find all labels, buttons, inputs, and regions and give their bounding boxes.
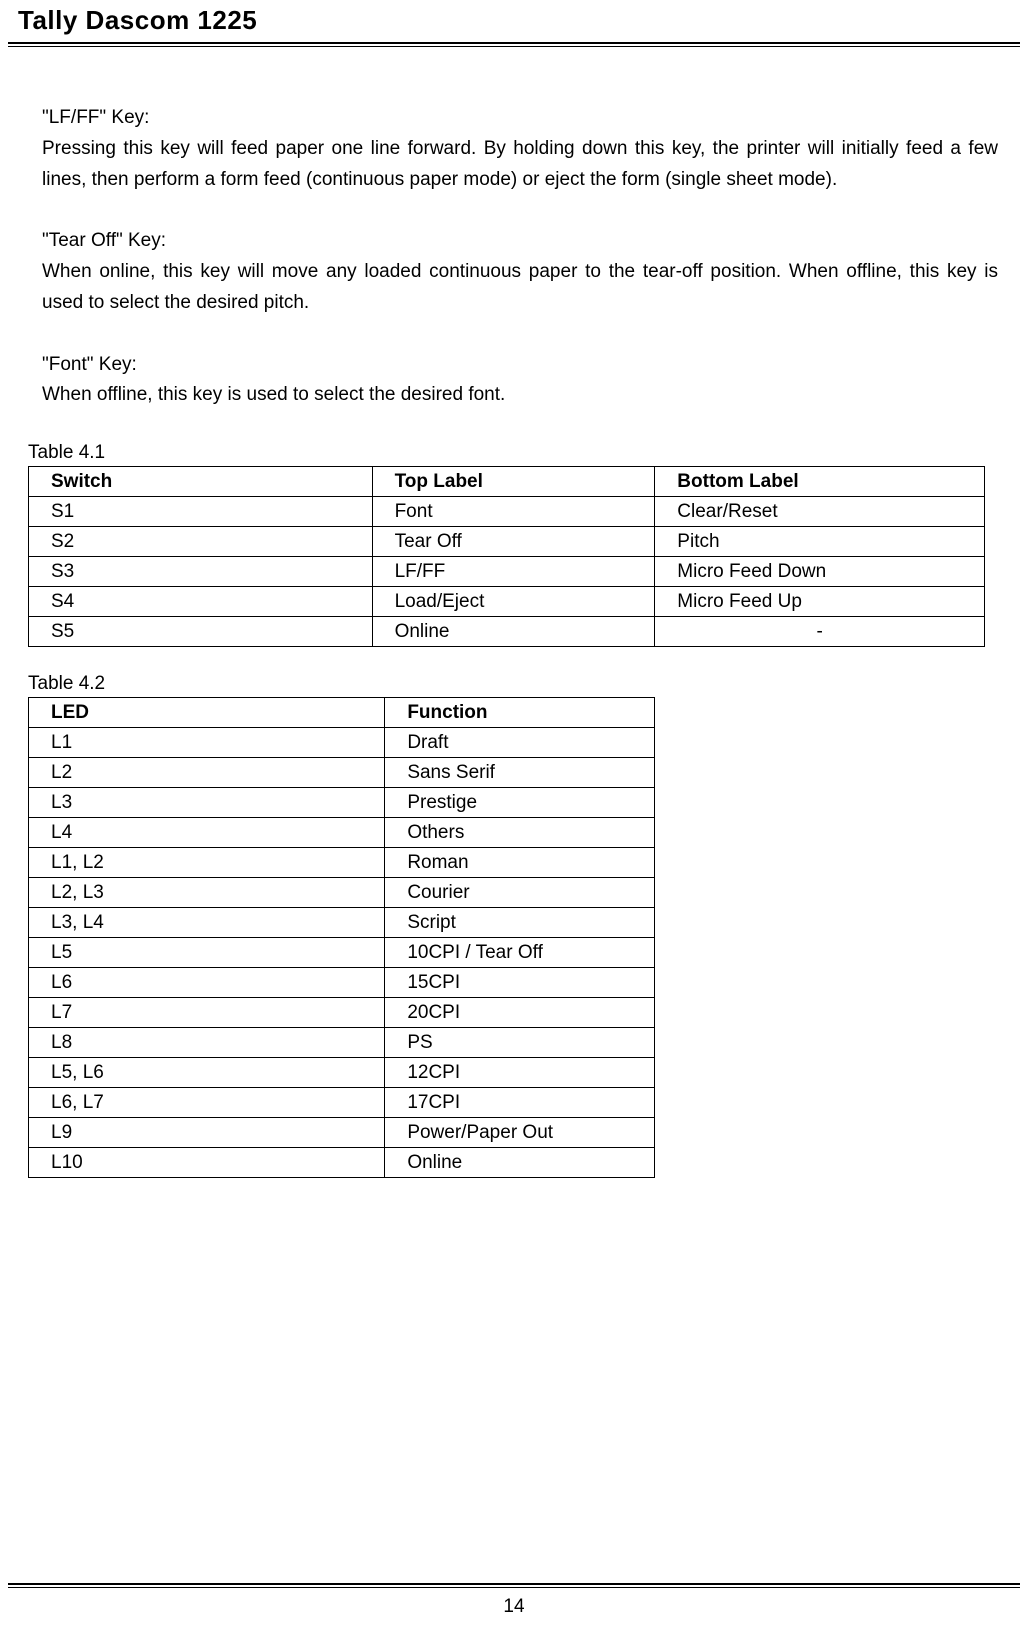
table-cell: L2, L3 — [29, 878, 385, 908]
footer-rule — [8, 1583, 1020, 1588]
table-cell: Pitch — [655, 527, 985, 557]
table-row: S3 LF/FF Micro Feed Down — [29, 557, 985, 587]
table-cell: L8 — [29, 1028, 385, 1058]
table-row: L2Sans Serif — [29, 758, 655, 788]
table-cell: S5 — [29, 617, 373, 647]
table-cell: Font — [372, 497, 655, 527]
table-row: S4 Load/Eject Micro Feed Up — [29, 587, 985, 617]
table-row: L1, L2Roman — [29, 848, 655, 878]
section-lf-ff: "LF/FF" Key: Pressing this key will feed… — [42, 103, 998, 195]
table-cell: Roman — [385, 848, 655, 878]
table-cell: L1 — [29, 728, 385, 758]
table-cell: L1, L2 — [29, 848, 385, 878]
table-row: S1 Font Clear/Reset — [29, 497, 985, 527]
table-row: L510CPI / Tear Off — [29, 938, 655, 968]
page-number: 14 — [0, 1596, 1028, 1618]
key-text-lfff: Pressing this key will feed paper one li… — [42, 134, 998, 196]
table-cell: Online — [385, 1148, 655, 1178]
table-block-41: Table 4.1 Switch Top Label Bottom Label … — [28, 442, 998, 647]
table-row: L10Online — [29, 1148, 655, 1178]
table-cell: L5 — [29, 938, 385, 968]
table-cell: Sans Serif — [385, 758, 655, 788]
table-cell: Courier — [385, 878, 655, 908]
table-row: L5, L612CPI — [29, 1058, 655, 1088]
table-row: L720CPI — [29, 998, 655, 1028]
table-cell: Prestige — [385, 788, 655, 818]
table-row: L3Prestige — [29, 788, 655, 818]
table-cell: L6 — [29, 968, 385, 998]
table-cell: S2 — [29, 527, 373, 557]
table-header: LED — [29, 698, 385, 728]
table-cell: S3 — [29, 557, 373, 587]
table-row: Switch Top Label Bottom Label — [29, 467, 985, 497]
table-cell: 12CPI — [385, 1058, 655, 1088]
table-cell: LF/FF — [372, 557, 655, 587]
key-text-font: When offline, this key is used to select… — [42, 380, 998, 411]
table-row: L9Power/Paper Out — [29, 1118, 655, 1148]
table-cell: 17CPI — [385, 1088, 655, 1118]
table-row: L6, L717CPI — [29, 1088, 655, 1118]
table-41: Switch Top Label Bottom Label S1 Font Cl… — [28, 466, 985, 647]
table-cell: L9 — [29, 1118, 385, 1148]
main-content: "LF/FF" Key: Pressing this key will feed… — [0, 47, 1028, 1178]
table-cell: L10 — [29, 1148, 385, 1178]
table-cell: L3, L4 — [29, 908, 385, 938]
key-text-tearoff: When online, this key will move any load… — [42, 257, 998, 319]
table-row: L1Draft — [29, 728, 655, 758]
table-cell: Power/Paper Out — [385, 1118, 655, 1148]
table-cell: S1 — [29, 497, 373, 527]
table-header: Bottom Label — [655, 467, 985, 497]
table-row: L4Others — [29, 818, 655, 848]
page-title: Tally Dascom 1225 — [0, 5, 1028, 42]
table-cell: 10CPI / Tear Off — [385, 938, 655, 968]
table-cell: PS — [385, 1028, 655, 1058]
section-font: "Font" Key: When offline, this key is us… — [42, 350, 998, 412]
table-row: L3, L4Script — [29, 908, 655, 938]
table-cell: L5, L6 — [29, 1058, 385, 1088]
table-cell: L2 — [29, 758, 385, 788]
table-row: S5 Online - — [29, 617, 985, 647]
table-cell: Micro Feed Down — [655, 557, 985, 587]
table-cell: L3 — [29, 788, 385, 818]
key-label-tearoff: "Tear Off" Key: — [42, 226, 998, 257]
table-cell: Tear Off — [372, 527, 655, 557]
table-cell: Clear/Reset — [655, 497, 985, 527]
table-cell: L4 — [29, 818, 385, 848]
table-cell: Load/Eject — [372, 587, 655, 617]
table-row: L2, L3Courier — [29, 878, 655, 908]
section-tearoff: "Tear Off" Key: When online, this key wi… — [42, 226, 998, 318]
table-cell: 20CPI — [385, 998, 655, 1028]
table-cell: L7 — [29, 998, 385, 1028]
table-cell: 15CPI — [385, 968, 655, 998]
table-row: S2 Tear Off Pitch — [29, 527, 985, 557]
key-label-lfff: "LF/FF" Key: — [42, 103, 998, 134]
table-row: L615CPI — [29, 968, 655, 998]
table-42: LED Function L1Draft L2Sans Serif L3Pres… — [28, 697, 655, 1178]
table-header: Switch — [29, 467, 373, 497]
table-42-caption: Table 4.2 — [28, 673, 998, 695]
table-header: Function — [385, 698, 655, 728]
table-cell: Script — [385, 908, 655, 938]
table-row: LED Function — [29, 698, 655, 728]
table-cell: S4 — [29, 587, 373, 617]
table-cell: Draft — [385, 728, 655, 758]
table-cell: L6, L7 — [29, 1088, 385, 1118]
table-header: Top Label — [372, 467, 655, 497]
table-cell: Others — [385, 818, 655, 848]
table-cell: Online — [372, 617, 655, 647]
key-label-font: "Font" Key: — [42, 350, 998, 381]
table-row: L8PS — [29, 1028, 655, 1058]
table-block-42: Table 4.2 LED Function L1Draft L2Sans Se… — [28, 673, 998, 1178]
table-41-caption: Table 4.1 — [28, 442, 998, 464]
table-cell: Micro Feed Up — [655, 587, 985, 617]
table-cell: - — [655, 617, 985, 647]
